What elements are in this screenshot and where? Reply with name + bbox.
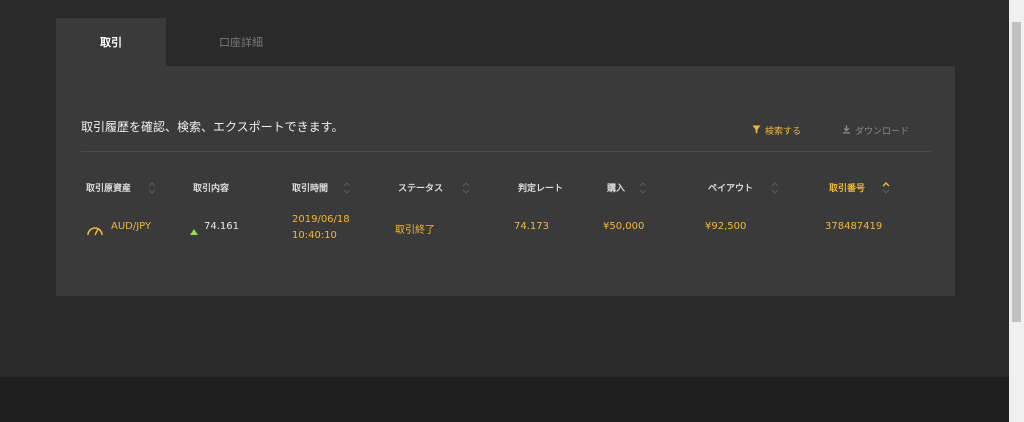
column-header-time[interactable]: 取引時間: [292, 181, 328, 194]
tab-account-details-label: 口座詳細: [219, 36, 263, 49]
sort-status-icon[interactable]: [461, 180, 471, 196]
download-button[interactable]: ダウンロード: [842, 124, 909, 137]
trade-history-panel: [56, 66, 955, 296]
column-header-asset[interactable]: 取引原資産: [86, 181, 131, 194]
scrollbar-thumb[interactable]: [1012, 22, 1021, 322]
row-payout: ¥92,500: [705, 221, 747, 232]
row-asset: AUD/JPY: [111, 221, 152, 232]
download-icon: [842, 124, 851, 137]
row-trade-id: 378487419: [825, 221, 883, 232]
row-purchase: ¥50,000: [603, 221, 645, 232]
sort-time-icon[interactable]: [342, 180, 352, 196]
panel-description: 取引履歴を確認、検索、エクスポートできます。: [81, 120, 344, 134]
search-button[interactable]: 検索する: [752, 124, 801, 137]
row-time: 10:40:10: [292, 230, 337, 241]
search-button-label: 検索する: [765, 127, 802, 137]
tab-trade[interactable]: 取引: [56, 18, 166, 66]
row-rate: 74.161: [204, 221, 239, 232]
tab-account-details[interactable]: 口座詳細: [166, 18, 316, 66]
sort-asset-icon[interactable]: [147, 180, 157, 196]
download-button-label: ダウンロード: [855, 127, 910, 137]
column-header-purchase[interactable]: 購入: [607, 181, 625, 194]
column-header-judgement-rate[interactable]: 判定レート: [518, 181, 563, 194]
column-header-content[interactable]: 取引内容: [193, 181, 229, 194]
row-date: 2019/06/18: [292, 214, 350, 225]
row-status: 取引終了: [395, 225, 435, 236]
footer-band: [0, 377, 1009, 422]
column-header-trade-id[interactable]: 取引番号: [829, 181, 865, 194]
sort-purchase-icon[interactable]: [638, 180, 648, 196]
high-arrow-icon: [189, 222, 199, 235]
sort-payout-icon[interactable]: [770, 180, 780, 196]
column-header-payout[interactable]: ペイアウト: [708, 181, 753, 194]
column-header-status[interactable]: ステータス: [398, 181, 443, 194]
filter-icon: [752, 124, 761, 137]
sort-trade-id-icon[interactable]: [881, 180, 891, 196]
tab-trade-label: 取引: [100, 36, 122, 49]
gauge-icon: [86, 221, 104, 236]
row-judgement-rate: 74.173: [514, 221, 549, 232]
header-divider: [81, 151, 931, 152]
